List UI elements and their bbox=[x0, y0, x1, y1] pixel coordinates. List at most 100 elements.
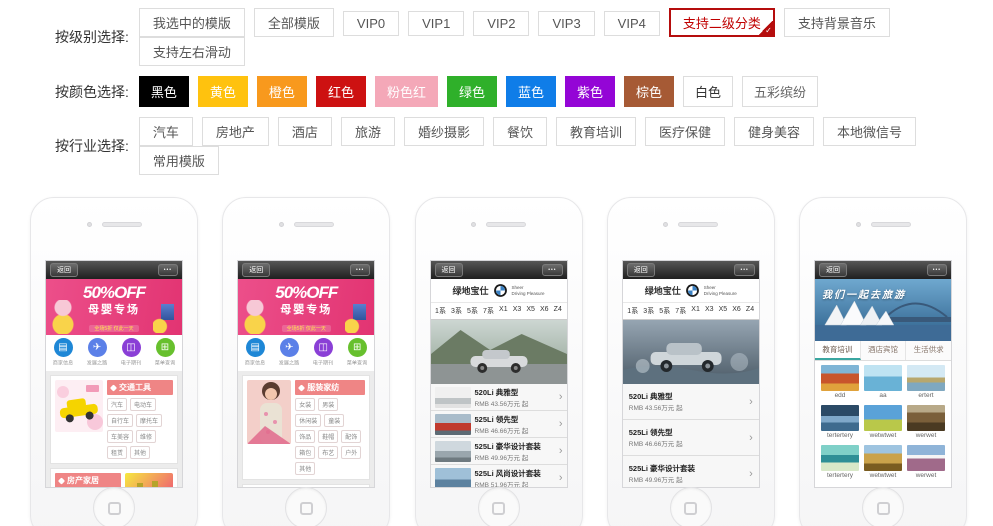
car-series-link[interactable]: X6 bbox=[540, 306, 549, 316]
car-series-link[interactable]: 7系 bbox=[483, 306, 494, 316]
industry-filter-button[interactable]: 汽车 bbox=[139, 117, 193, 146]
car-series-link[interactable]: Z4 bbox=[554, 306, 562, 316]
car-series-link[interactable]: 1系 bbox=[627, 306, 638, 316]
category-button[interactable]: 女装 bbox=[295, 398, 315, 411]
travel-tab[interactable]: 教育培训 bbox=[815, 341, 861, 360]
home-button[interactable] bbox=[478, 487, 520, 526]
color-filter-button[interactable]: 黑色 bbox=[139, 76, 189, 107]
gallery-item[interactable]: tertertery bbox=[821, 445, 859, 483]
car-list-item[interactable]: 525Li 豪华设计套装 RMB 49.96万元 起 › bbox=[431, 438, 567, 465]
nav-icon-item[interactable]: ◫ 电子期刊 bbox=[114, 338, 148, 367]
color-filter-button[interactable]: 红色 bbox=[316, 76, 366, 107]
car-series-link[interactable]: X1 bbox=[691, 306, 700, 316]
level-filter-button[interactable]: VIP1 bbox=[408, 11, 464, 36]
gallery-item[interactable]: edd bbox=[821, 365, 859, 403]
category-button[interactable]: 配饰 bbox=[341, 430, 361, 443]
car-series-link[interactable]: 3系 bbox=[643, 306, 654, 316]
color-filter-button[interactable]: 白色 bbox=[683, 76, 733, 107]
color-filter-button[interactable]: 绿色 bbox=[447, 76, 497, 107]
menu-dots-button[interactable]: ••• bbox=[927, 264, 947, 276]
category-button[interactable]: 男装 bbox=[318, 398, 338, 411]
industry-filter-button[interactable]: 旅游 bbox=[341, 117, 395, 146]
category-button[interactable]: 电动车 bbox=[130, 398, 156, 411]
car-list-item[interactable]: 525Li 领先型 RMB 46.66万元 起 › bbox=[431, 411, 567, 438]
industry-filter-button[interactable]: 房地产 bbox=[202, 117, 269, 146]
back-button[interactable]: 返回 bbox=[627, 263, 655, 277]
level-filter-button[interactable]: 全部模版 bbox=[254, 8, 334, 37]
industry-filter-button[interactable]: 酒店 bbox=[278, 117, 332, 146]
gallery-item[interactable]: wetwtwet bbox=[864, 445, 902, 483]
level-filter-button[interactable]: VIP4 bbox=[604, 11, 660, 36]
nav-icon-item[interactable]: ✈ 发展之路 bbox=[80, 338, 114, 367]
gallery-item[interactable]: aa bbox=[864, 365, 902, 403]
home-button[interactable] bbox=[862, 487, 904, 526]
category-button[interactable]: 摩托车 bbox=[136, 414, 162, 427]
color-filter-button[interactable]: 五彩缤纷 bbox=[742, 76, 818, 107]
car-list-item[interactable]: 520Li 典雅型 RMB 43.56万元 起 › bbox=[431, 384, 567, 411]
industry-filter-button[interactable]: 医疗保健 bbox=[645, 117, 725, 146]
industry-filter-button[interactable]: 健身美容 bbox=[734, 117, 814, 146]
nav-icon-item[interactable]: ◫ 电子期刊 bbox=[306, 338, 340, 367]
industry-filter-button[interactable]: 婚纱摄影 bbox=[404, 117, 484, 146]
car-list-item[interactable]: 525Li 领先型 RMB 46.66万元 起 › bbox=[623, 420, 759, 456]
category-button[interactable]: 车美容 bbox=[107, 430, 133, 443]
level-filter-button[interactable]: VIP3 bbox=[538, 11, 594, 36]
color-filter-button[interactable]: 紫色 bbox=[565, 76, 615, 107]
car-series-link[interactable]: X1 bbox=[499, 306, 508, 316]
level-filter-button[interactable]: 支持左右滑动 bbox=[139, 37, 245, 66]
car-series-link[interactable]: 3系 bbox=[451, 306, 462, 316]
travel-hero-image[interactable]: 我们一起去旅游 bbox=[815, 279, 951, 341]
promo-banner[interactable]: 50%OFF 母婴专场 全场5折 仅此一天 bbox=[238, 279, 374, 335]
car-series-link[interactable]: X6 bbox=[732, 306, 741, 316]
category-button[interactable]: 箱包 bbox=[295, 446, 315, 459]
menu-dots-button[interactable]: ••• bbox=[350, 264, 370, 276]
gallery-item[interactable]: wetwtwet bbox=[864, 405, 902, 443]
car-series-link[interactable]: 7系 bbox=[675, 306, 686, 316]
travel-tab[interactable]: 酒店宾馆 bbox=[861, 341, 907, 360]
car-series-link[interactable]: 1系 bbox=[435, 306, 446, 316]
nav-icon-item[interactable]: ⊞ 菜单查询 bbox=[340, 338, 374, 367]
menu-dots-button[interactable]: ••• bbox=[734, 264, 754, 276]
industry-filter-button[interactable]: 本地微信号 bbox=[823, 117, 916, 146]
category-button[interactable]: 租赁 bbox=[107, 446, 127, 459]
back-button[interactable]: 返回 bbox=[50, 263, 78, 277]
industry-filter-button[interactable]: 常用模版 bbox=[139, 146, 219, 175]
travel-tab[interactable]: 生活供求 bbox=[906, 341, 951, 360]
nav-icon-item[interactable]: ▤ 商家信息 bbox=[238, 338, 272, 367]
car-series-link[interactable]: 5系 bbox=[659, 306, 670, 316]
industry-filter-button[interactable]: 餐饮 bbox=[493, 117, 547, 146]
home-button[interactable] bbox=[285, 487, 327, 526]
car-list-item[interactable]: 520Li 典雅型 RMB 43.56万元 起 › bbox=[623, 384, 759, 420]
car-series-link[interactable]: 5系 bbox=[467, 306, 478, 316]
nav-icon-item[interactable]: ▤ 商家信息 bbox=[46, 338, 80, 367]
menu-dots-button[interactable]: ••• bbox=[158, 264, 178, 276]
category-button[interactable]: 其他 bbox=[295, 462, 315, 475]
gallery-item[interactable]: werwet bbox=[907, 405, 945, 443]
category-button[interactable]: 童装 bbox=[324, 414, 344, 427]
level-filter-button[interactable]: 支持背景音乐 bbox=[784, 8, 890, 37]
home-button[interactable] bbox=[93, 487, 135, 526]
menu-dots-button[interactable]: ••• bbox=[542, 264, 562, 276]
car-series-link[interactable]: X5 bbox=[719, 306, 728, 316]
color-filter-button[interactable]: 黄色 bbox=[198, 76, 248, 107]
level-filter-button[interactable]: 支持二级分类 bbox=[669, 8, 775, 37]
category-button[interactable]: 户外 bbox=[341, 446, 361, 459]
gallery-item[interactable]: ertert bbox=[907, 365, 945, 403]
color-filter-button[interactable]: 橙色 bbox=[257, 76, 307, 107]
gallery-item[interactable]: werwet bbox=[907, 445, 945, 483]
hero-roadster-image[interactable] bbox=[431, 320, 567, 384]
home-button[interactable] bbox=[670, 487, 712, 526]
industry-filter-button[interactable]: 教育培训 bbox=[556, 117, 636, 146]
car-series-link[interactable]: X5 bbox=[526, 306, 535, 316]
back-button[interactable]: 返回 bbox=[242, 263, 270, 277]
level-filter-button[interactable]: VIP2 bbox=[473, 11, 529, 36]
color-filter-button[interactable]: 粉色红 bbox=[375, 76, 438, 107]
nav-icon-item[interactable]: ⊞ 菜单查询 bbox=[148, 338, 182, 367]
category-button[interactable]: 饰品 bbox=[295, 430, 315, 443]
color-filter-button[interactable]: 蓝色 bbox=[506, 76, 556, 107]
car-list-item[interactable]: 525Li 风尚设计套装 RMB 51.96万元 起 › bbox=[431, 465, 567, 488]
category-button[interactable]: 维修 bbox=[136, 430, 156, 443]
back-button[interactable]: 返回 bbox=[819, 263, 847, 277]
car-series-link[interactable]: X3 bbox=[705, 306, 714, 316]
promo-banner[interactable]: 50%OFF 母婴专场 全场5折 仅此一天 bbox=[46, 279, 182, 335]
